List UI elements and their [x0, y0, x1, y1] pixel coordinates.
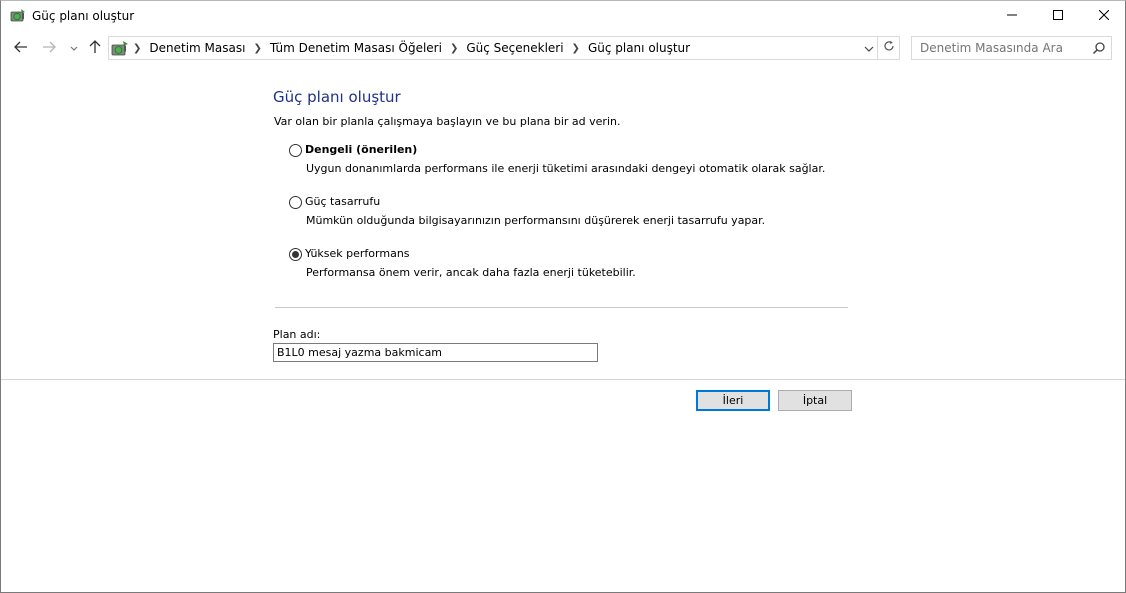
radio-high-performance[interactable]	[289, 248, 302, 261]
refresh-icon	[883, 40, 895, 56]
back-button[interactable]	[12, 39, 30, 57]
search-input[interactable]	[920, 41, 1080, 55]
up-button[interactable]	[86, 39, 104, 57]
chevron-right-icon[interactable]: ❯	[133, 43, 141, 54]
plan-option-label[interactable]: Yüksek performans	[305, 247, 410, 260]
address-dropdown-button[interactable]	[861, 40, 877, 56]
arrow-left-icon	[14, 41, 28, 56]
title-bar: Güç planı oluştur	[1, 1, 1125, 31]
plan-option-label[interactable]: Dengeli (önerilen)	[305, 143, 417, 156]
plan-option-balanced[interactable]: Dengeli (önerilen) Uygun donanımlarda pe…	[288, 143, 848, 183]
plan-option-power-saver[interactable]: Güç tasarrufu Mümkün olduğunda bilgisaya…	[288, 195, 848, 235]
chevron-right-icon[interactable]: ❯	[450, 43, 458, 54]
plan-name-input[interactable]	[273, 343, 598, 362]
breadcrumb-control-panel[interactable]: Denetim Masası	[149, 41, 245, 55]
maximize-button[interactable]	[1035, 1, 1081, 31]
minimize-icon	[1007, 10, 1017, 23]
navigation-bar: ❯ Denetim Masası ❯ Tüm Denetim Masası Öğ…	[1, 35, 1125, 61]
breadcrumb-all-items[interactable]: Tüm Denetim Masası Öğeleri	[270, 41, 442, 55]
chevron-down-icon	[70, 42, 78, 55]
breadcrumb-create-plan[interactable]: Güç planı oluştur	[588, 41, 690, 55]
plan-option-description: Performansa önem verir, ancak daha fazla…	[306, 266, 636, 279]
minimize-button[interactable]	[989, 1, 1035, 31]
plan-name-label: Plan adı:	[273, 328, 321, 341]
cancel-button[interactable]: İptal	[778, 390, 852, 411]
window-title: Güç planı oluştur	[32, 9, 135, 23]
window: Güç planı oluştur ❯ Denetim Masası ❯ Tüm…	[0, 0, 1126, 593]
forward-button[interactable]	[40, 39, 58, 57]
plan-option-description: Uygun donanımlarda performans ile enerji…	[306, 162, 826, 175]
plan-option-label[interactable]: Güç tasarrufu	[305, 195, 380, 208]
close-button[interactable]	[1081, 1, 1126, 31]
close-icon	[1098, 9, 1110, 23]
arrow-up-icon	[89, 39, 101, 57]
chevron-right-icon[interactable]: ❯	[253, 43, 261, 54]
breadcrumb-power-options[interactable]: Güç Seçenekleri	[466, 41, 563, 55]
divider	[275, 307, 848, 308]
search-box[interactable]	[911, 36, 1112, 60]
address-bar[interactable]: ❯ Denetim Masası ❯ Tüm Denetim Masası Öğ…	[108, 36, 878, 60]
maximize-icon	[1053, 9, 1063, 23]
search-icon[interactable]	[1092, 41, 1106, 55]
page-title: Güç planı oluştur	[273, 88, 401, 106]
main-content: Güç planı oluştur Var olan bir planla ça…	[1, 65, 1125, 592]
power-options-icon	[10, 8, 26, 24]
page-description: Var olan bir planla çalışmaya başlayın v…	[274, 115, 621, 128]
breadcrumb: ❯ Denetim Masası ❯ Tüm Denetim Masası Öğ…	[133, 41, 690, 55]
radio-balanced[interactable]	[289, 144, 302, 157]
footer-divider	[1, 379, 1125, 380]
next-button[interactable]: İleri	[696, 390, 770, 411]
chevron-down-icon	[864, 42, 874, 55]
chevron-right-icon[interactable]: ❯	[572, 43, 580, 54]
arrow-right-icon	[42, 41, 56, 56]
plan-option-description: Mümkün olduğunda bilgisayarınızın perfor…	[306, 214, 766, 227]
refresh-button[interactable]	[878, 36, 900, 60]
plan-option-high-performance[interactable]: Yüksek performans Performansa önem verir…	[288, 247, 848, 287]
power-options-icon	[111, 40, 129, 57]
recent-locations-button[interactable]	[65, 39, 83, 57]
radio-power-saver[interactable]	[289, 196, 302, 209]
